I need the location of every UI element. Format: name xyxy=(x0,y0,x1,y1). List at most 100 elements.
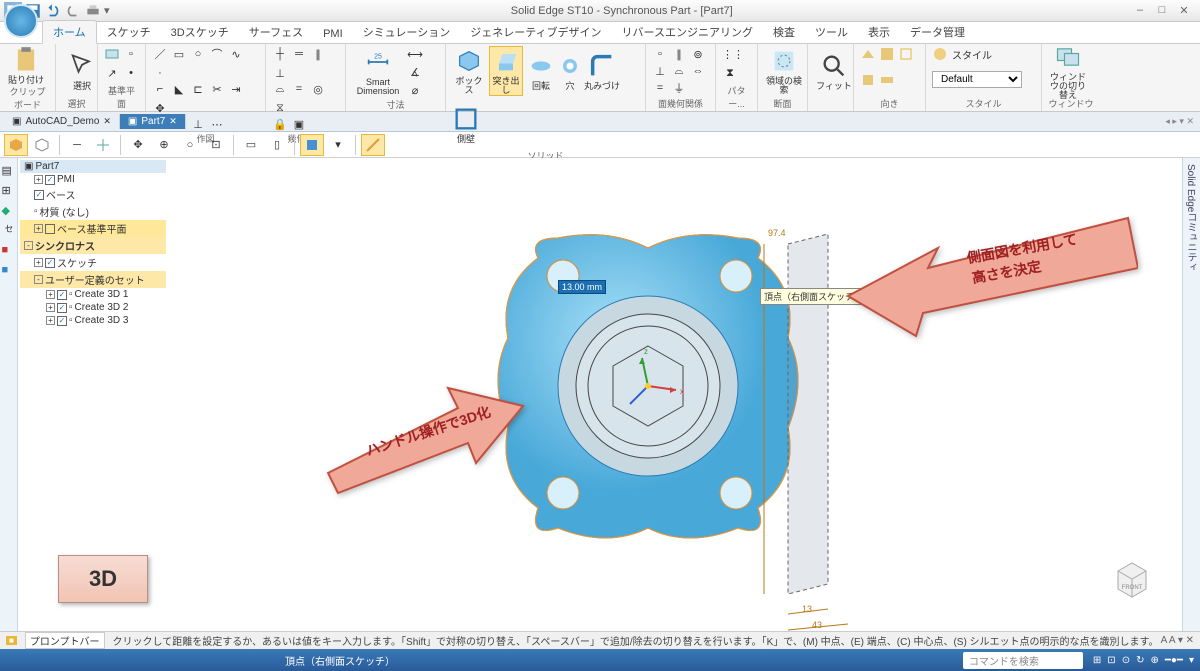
graphics-canvas[interactable]: x z 97.4 13 43 13.00 mm 頂点（右側面スケッチ） ハンドル… xyxy=(18,158,1182,631)
lock-icon[interactable]: 🔒 xyxy=(272,116,288,132)
axis-icon[interactable]: ↗ xyxy=(104,65,120,81)
ribbon-tab-pmi[interactable]: PMI xyxy=(313,25,353,43)
ribbon-tab-gen[interactable]: ジェネレーティブデザイン xyxy=(460,21,611,43)
maximize-button[interactable]: □ xyxy=(1152,4,1172,17)
pattern-icon[interactable]: ⋮⋮ xyxy=(722,46,744,62)
minimize-button[interactable]: – xyxy=(1130,4,1150,17)
tray-icon[interactable]: ⊡ xyxy=(1107,655,1115,666)
dock-icon[interactable]: ■ xyxy=(2,264,16,278)
concentric-icon[interactable]: ◎ xyxy=(310,81,326,97)
trim-icon[interactable]: ✂ xyxy=(209,81,225,97)
select-button[interactable]: 選択 xyxy=(62,46,102,96)
checkbox[interactable] xyxy=(45,224,55,234)
right-dock[interactable]: Solid Edgeコミュニティ xyxy=(1182,158,1200,631)
view-option-icon[interactable]: ✥ xyxy=(126,134,150,156)
ribbon-tab-data[interactable]: データ管理 xyxy=(900,21,975,43)
view-option-icon[interactable]: ⊕ xyxy=(152,134,176,156)
dia-dim-icon[interactable]: ⌀ xyxy=(407,82,423,98)
perp-face-icon[interactable]: ⊥ xyxy=(652,63,668,79)
view-option-icon[interactable]: ─ xyxy=(65,134,89,156)
close-button[interactable]: ✕ xyxy=(1174,4,1194,17)
curve-icon[interactable]: ∿ xyxy=(228,46,244,62)
checkbox[interactable]: ✓ xyxy=(45,258,55,268)
orient-icon[interactable] xyxy=(860,46,876,62)
point-icon[interactable]: · xyxy=(152,65,168,81)
tree-node[interactable]: ✓ベース xyxy=(20,186,166,203)
tree-node[interactable]: +✓スケッチ xyxy=(20,254,166,271)
extend-icon[interactable]: ⇥ xyxy=(228,81,244,97)
wireframe-view-icon[interactable] xyxy=(30,134,54,156)
ribbon-tab-tools[interactable]: ツール xyxy=(805,21,858,43)
tree-node[interactable]: +✓▫Create 3D 1 xyxy=(20,288,166,301)
ribbon-tab-reverse[interactable]: リバースエンジニアリング xyxy=(612,21,763,43)
window-switch-button[interactable]: ウィンドウの切り替え xyxy=(1048,46,1088,96)
symmetric-icon[interactable]: ⧖ xyxy=(272,100,288,116)
application-button[interactable] xyxy=(4,4,38,38)
undo-icon[interactable] xyxy=(44,2,62,20)
ribbon-tab-home[interactable]: ホーム xyxy=(42,20,97,44)
smart-dimension-button[interactable]: 25Smart Dimension xyxy=(352,47,404,97)
parallel-icon[interactable]: ∥ xyxy=(310,46,326,62)
tab-options[interactable]: ◂ ▸ ▾ ✕ xyxy=(1165,116,1200,127)
view-option-icon[interactable]: ○ xyxy=(178,134,202,156)
extrude-button[interactable]: 突き出し xyxy=(489,46,523,96)
close-tab-icon[interactable]: ✕ xyxy=(103,116,111,127)
fillet-icon[interactable]: ⌐ xyxy=(152,81,168,97)
dock-icon[interactable]: ◆ xyxy=(2,204,16,218)
connect-icon[interactable]: ┼ xyxy=(272,46,288,62)
orient-icon[interactable] xyxy=(898,46,914,62)
view-option-icon[interactable] xyxy=(91,134,115,156)
dimension-input[interactable]: 13.00 mm xyxy=(558,280,606,294)
paste-button[interactable]: 貼り付け xyxy=(6,46,46,85)
orient-icon[interactable] xyxy=(879,72,895,88)
shell-button[interactable]: 側壁 xyxy=(452,99,480,149)
construction-icon[interactable]: ⋯ xyxy=(209,116,225,132)
checkbox[interactable]: ✓ xyxy=(34,190,44,200)
revolve-button[interactable]: 回転 xyxy=(526,46,556,96)
box-button[interactable]: ボックス xyxy=(452,46,486,96)
view-option-icon[interactable]: ▯ xyxy=(265,134,289,156)
dock-icon[interactable]: ⊞ xyxy=(2,184,16,198)
redo-icon[interactable] xyxy=(64,2,82,20)
ribbon-tab-inspect[interactable]: 検査 xyxy=(763,21,805,43)
orient-icon[interactable] xyxy=(879,46,895,62)
qat-dropdown-icon[interactable]: ▾ xyxy=(104,4,110,17)
command-search[interactable]: コマンドを検索 xyxy=(963,652,1083,669)
ribbon-tab-view[interactable]: 表示 xyxy=(858,21,900,43)
plane-icon[interactable] xyxy=(104,46,120,62)
dock-icon[interactable]: ■ xyxy=(2,244,16,258)
round-button[interactable]: 丸みづけ xyxy=(584,46,620,96)
shaded-view-icon[interactable] xyxy=(4,134,28,156)
checkbox[interactable]: ✓ xyxy=(57,290,67,300)
tree-node[interactable]: +✓▫Create 3D 2 xyxy=(20,301,166,314)
style-icon[interactable] xyxy=(932,46,948,62)
fit-button[interactable]: フィット xyxy=(814,46,854,96)
plane-icon[interactable]: ▫ xyxy=(123,46,139,62)
prompt-tools[interactable]: A A ▾ ✕ xyxy=(1161,635,1194,646)
tray-icon[interactable]: ⊙ xyxy=(1122,655,1130,666)
equal-icon[interactable]: = xyxy=(291,81,307,97)
tray-icon[interactable]: ⊕ xyxy=(1150,655,1158,666)
tangent-face-icon[interactable]: ⌓ xyxy=(671,63,687,79)
equal-rad-icon[interactable]: = xyxy=(652,80,668,96)
style-select[interactable]: Default xyxy=(932,71,1022,88)
doc-tab[interactable]: ▣Part7✕ xyxy=(120,114,186,129)
ribbon-tab-sim[interactable]: シミュレーション xyxy=(353,21,461,43)
doc-tab[interactable]: ▣AutoCAD_Demo✕ xyxy=(4,114,120,129)
view-option-icon[interactable]: ▭ xyxy=(239,134,263,156)
tree-node[interactable]: ▫材質 (なし) xyxy=(20,203,166,220)
checkbox[interactable]: ✓ xyxy=(45,175,55,185)
orient-icon[interactable] xyxy=(860,72,876,88)
parallel-face-icon[interactable]: ∥ xyxy=(671,46,687,62)
offset-face-icon[interactable]: ⇔ xyxy=(690,63,706,79)
hole-button[interactable]: 穴 xyxy=(559,46,581,96)
rect-icon[interactable]: ▭ xyxy=(171,46,187,62)
tree-root[interactable]: ▣Part7 xyxy=(20,160,166,173)
dim-icon[interactable]: ⟷ xyxy=(407,46,423,62)
checkbox[interactable]: ✓ xyxy=(57,316,67,326)
print-icon[interactable] xyxy=(84,2,102,20)
tree-node[interactable]: +✓▫Create 3D 3 xyxy=(20,314,166,327)
ribbon-tab-surface[interactable]: サーフェス xyxy=(239,21,313,43)
line-icon[interactable]: ／ xyxy=(152,46,168,62)
horizontal-icon[interactable]: ═ xyxy=(291,46,307,62)
